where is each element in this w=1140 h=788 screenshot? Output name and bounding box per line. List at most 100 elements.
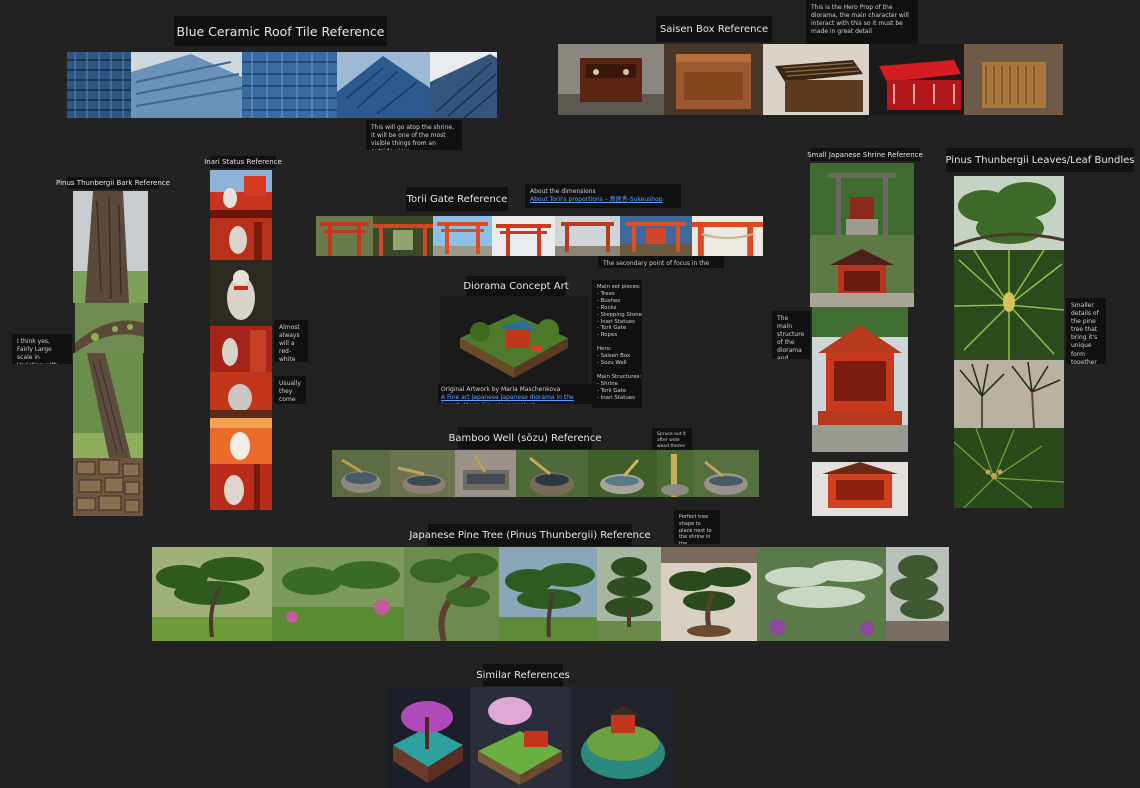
well-title[interactable]: Bamboo Well (sōzu) Reference (449, 427, 601, 449)
torii-dimensions-heading: About the dimensions (530, 188, 596, 195)
bark-image-2[interactable] (75, 303, 144, 353)
torii-image-7[interactable] (692, 216, 763, 256)
pine-note[interactable]: Perfect tree shape to place next to the … (674, 510, 720, 544)
inari-note-1[interactable]: Almost always will a red-white pole of e… (274, 320, 308, 362)
bark-image-1[interactable] (73, 191, 148, 303)
saisen-image-2[interactable] (664, 44, 763, 115)
shrine-note[interactable]: The main structure of the diorama and ma… (772, 311, 810, 359)
list-item: Main Structures: (597, 373, 642, 380)
shrine-image-1[interactable] (810, 163, 914, 235)
reference-board: Blue Ceramic Roof Tile Reference This wi… (0, 0, 1140, 788)
well-image-5[interactable] (588, 450, 657, 497)
well-note[interactable]: Spruce out it after wide wood theme add … (652, 428, 692, 450)
similar-image-3[interactable] (571, 687, 676, 788)
saisen-image-1[interactable] (558, 44, 664, 115)
leaves-image-2[interactable] (954, 250, 1064, 360)
roof-image-2[interactable] (131, 52, 242, 118)
similar-image-2[interactable] (470, 687, 571, 788)
torii-proportions-link[interactable]: About Torii's proportions – 鳥居舎-Sukeusho… (530, 196, 663, 203)
inari-image-5[interactable] (210, 372, 272, 418)
leaves-title[interactable]: Pinus Thunbergii Leaves/Leaf Bundles (945, 148, 1135, 172)
list-item: - Stepping Stones (597, 311, 642, 318)
concept-credit-text: Original Artwork by Maria Maschenkova (441, 386, 561, 393)
well-image-7[interactable] (693, 450, 759, 497)
well-image-6[interactable] (657, 450, 693, 497)
list-item: - Inari Statues (597, 394, 635, 401)
pine-image-3[interactable] (404, 547, 499, 641)
list-item: - Bushes (597, 297, 621, 304)
pine-image-6[interactable] (661, 547, 757, 641)
well-image-3[interactable] (455, 450, 516, 497)
inari-note-2[interactable]: Usually they come in pairs, either side … (274, 376, 306, 404)
shrine-image-2[interactable] (810, 235, 914, 307)
torii-title[interactable]: Torii Gate Reference (406, 187, 508, 211)
list-item: Hero: (597, 346, 612, 353)
bark-note[interactable]: I think yes, Fairly Large scale in Varie… (12, 334, 72, 364)
leaves-note[interactable]: Smaller details of the pine tree that br… (1066, 298, 1106, 364)
pine-image-1[interactable] (152, 547, 272, 641)
concept-source-link[interactable]: A Fine art Japanese Japanese diorama in … (441, 394, 574, 404)
torii-image-6[interactable] (620, 216, 692, 256)
roof-image-4[interactable] (337, 52, 430, 118)
torii-image-3[interactable] (433, 216, 492, 256)
list-item (597, 367, 637, 374)
saisen-hero-note[interactable]: This is the Hero Prop of the diorama, th… (806, 0, 918, 44)
inari-image-6[interactable] (210, 418, 272, 464)
inari-image-2[interactable] (210, 210, 272, 260)
shrine-image-3[interactable] (812, 307, 908, 452)
torii-image-5[interactable] (555, 216, 620, 256)
concept-pieces-list[interactable]: Main set pieces: - Trees - Bushes - Rock… (592, 280, 642, 408)
pine-image-5[interactable] (597, 547, 661, 641)
list-item: - Torii Gate (597, 387, 627, 394)
roof-title[interactable]: Blue Ceramic Roof Tile Reference (174, 16, 387, 46)
list-item: - Trees (597, 290, 615, 297)
saisen-image-4[interactable] (869, 44, 964, 115)
leaves-image-3[interactable] (954, 360, 1064, 428)
roof-image-5[interactable] (430, 52, 497, 118)
saisen-image-3[interactable] (763, 44, 869, 115)
roof-image-1[interactable] (67, 52, 131, 118)
list-item: - Shrine (597, 380, 618, 387)
roof-image-3[interactable] (242, 52, 337, 118)
concept-art-image[interactable] (440, 296, 588, 384)
inari-image-3[interactable] (210, 260, 272, 326)
saisen-title[interactable]: Saisen Box Reference (656, 16, 772, 42)
bark-title[interactable]: Pinus Thunbergii Bark Reference (56, 177, 170, 189)
list-item: - Sozu Well (597, 359, 627, 366)
pine-image-2[interactable] (272, 547, 404, 641)
bark-image-4[interactable] (73, 458, 143, 516)
inari-image-7[interactable] (210, 464, 272, 510)
concept-title[interactable]: Diorama Concept Art (463, 276, 569, 296)
pine-image-4[interactable] (499, 547, 597, 641)
pine-image-8[interactable] (886, 547, 949, 641)
leaves-image-1[interactable] (954, 176, 1064, 250)
list-item: - Saisen Box (597, 353, 631, 360)
list-item: - Ropes (597, 332, 618, 339)
torii-image-4[interactable] (492, 216, 555, 256)
torii-image-2[interactable] (373, 216, 433, 256)
list-item (597, 339, 637, 346)
list-item: - Rocks (597, 304, 617, 311)
pine-image-7[interactable] (757, 547, 886, 641)
list-item: - Torii Gate (597, 325, 627, 332)
similar-image-1[interactable] (387, 687, 470, 788)
inari-image-1[interactable] (210, 170, 272, 210)
well-image-4[interactable] (516, 450, 588, 497)
inari-image-4[interactable] (210, 326, 272, 372)
shrine-image-4[interactable] (812, 452, 908, 516)
well-image-2[interactable] (390, 450, 455, 497)
shrine-title[interactable]: Small Japanese Shrine Reference (807, 148, 923, 161)
saisen-image-5[interactable] (964, 44, 1063, 115)
inari-title[interactable]: Inari Status Reference (204, 156, 282, 168)
concept-credit[interactable]: Original Artwork by Maria Maschenkova A … (438, 384, 592, 404)
well-image-1[interactable] (332, 450, 390, 497)
pine-title[interactable]: Japanese Pine Tree (Pinus Thunbergii) Re… (409, 524, 651, 546)
similar-title[interactable]: Similar References (476, 664, 570, 686)
leaves-image-4[interactable] (954, 428, 1064, 508)
list-item: - Inari Statues (597, 318, 635, 325)
torii-dimensions-note[interactable]: About the dimensions About Torii's propo… (525, 184, 681, 208)
torii-image-1[interactable] (316, 216, 373, 256)
torii-focus-note[interactable]: The secondary point of focus in the dior… (598, 256, 724, 268)
bark-image-3[interactable] (73, 353, 143, 458)
roof-note[interactable]: This will go atop the shrine, it will be… (366, 120, 462, 150)
